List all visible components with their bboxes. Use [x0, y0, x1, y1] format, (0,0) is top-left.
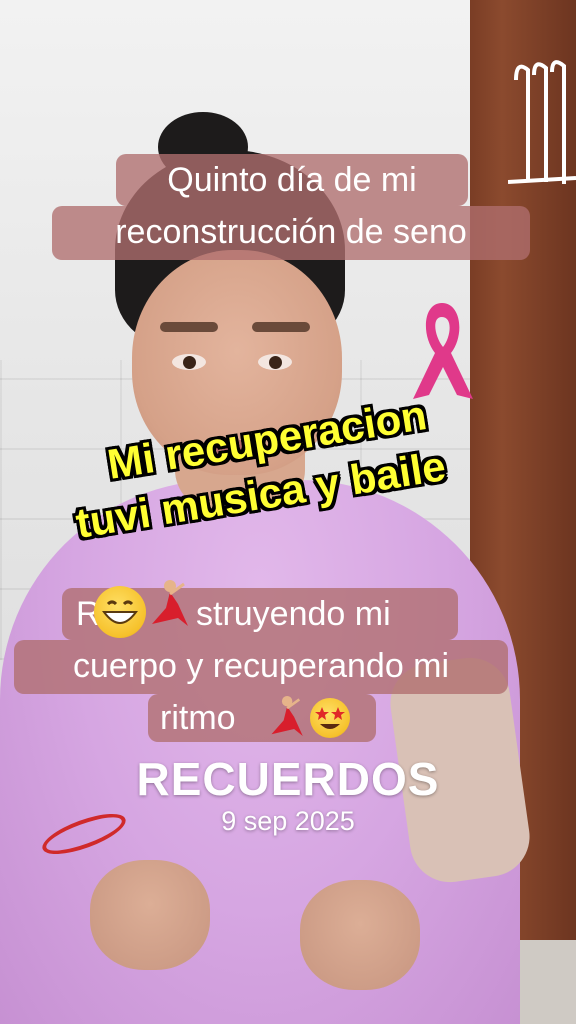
left-hand: [90, 860, 210, 970]
memories-date: 9 sep 2025: [221, 806, 355, 836]
towel-rack-icon: [508, 60, 576, 184]
video-frame[interactable]: Quinto día de mi reconstrucción de seno …: [0, 0, 576, 1024]
caption-top-line-1: Quinto día de mi: [167, 161, 417, 199]
right-eye: [258, 354, 292, 370]
caption-mid-line-2: cuerpo y recuperando mi: [72, 647, 450, 685]
caption-mid-line-1: struyendo mi: [196, 595, 391, 633]
right-eyebrow: [252, 322, 310, 332]
right-hand: [300, 880, 420, 990]
star-struck-emoji: [310, 698, 350, 738]
caption-top-line-2: reconstrucción de seno: [115, 213, 467, 251]
pink-ribbon-icon: [413, 303, 473, 399]
grinning-face-emoji: [94, 586, 146, 638]
left-eye: [172, 354, 206, 370]
dancer-emoji: [271, 696, 303, 736]
dancer-emoji: [152, 580, 188, 626]
left-eyebrow: [160, 322, 218, 332]
memories-title: RECUERDOS: [136, 753, 440, 805]
caption-mid-line-3: ritmo: [160, 699, 236, 737]
